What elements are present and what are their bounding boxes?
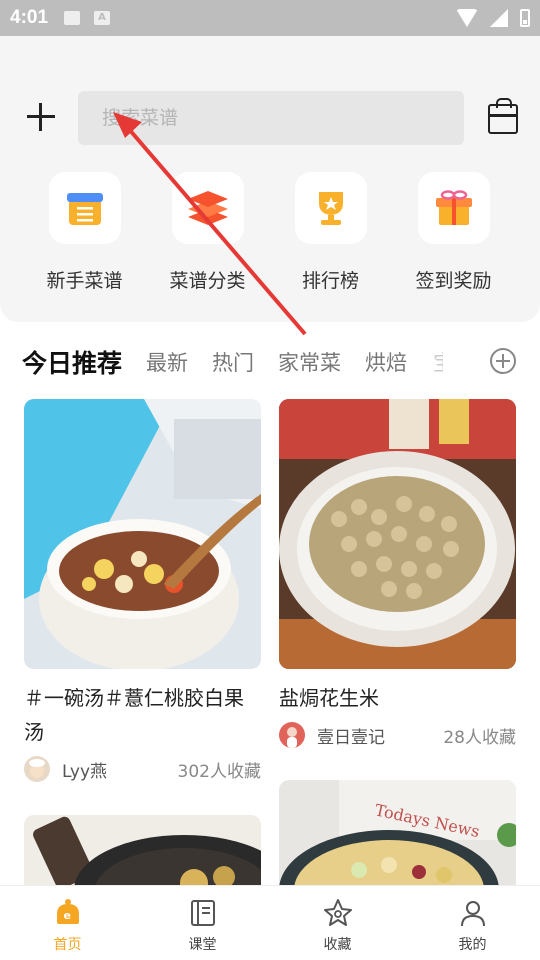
tab-partial[interactable]: 宝 <box>433 347 443 377</box>
shopping-bag-icon[interactable] <box>488 98 518 134</box>
nav-label: 收藏 <box>323 937 352 953</box>
battery-icon <box>520 9 530 27</box>
wifi-icon <box>456 9 478 27</box>
nav-label: 课堂 <box>188 937 217 953</box>
category-ranking[interactable]: 排行榜 <box>269 172 392 293</box>
recipe-image[interactable] <box>24 399 261 669</box>
category-classification[interactable]: 菜谱分类 <box>146 172 269 293</box>
nav-profile[interactable]: 我的 <box>405 886 540 960</box>
favorite-count: 28人收藏 <box>443 727 516 748</box>
home-icon: e <box>53 898 83 928</box>
bottom-navigation: e 首页 课堂 收藏 我的 <box>0 885 540 960</box>
recipe-meta: 壹日壹记 28人收藏 <box>279 721 516 749</box>
svg-text:e: e <box>63 909 70 922</box>
avatar[interactable] <box>24 756 50 782</box>
recipe-title: ＃一碗汤＃薏仁桃胶白果汤 <box>24 686 244 744</box>
recipe-image[interactable]: Todays News <box>279 780 516 885</box>
book-icon <box>188 898 218 928</box>
favorite-count: 302人收藏 <box>177 761 261 782</box>
recipe-tabs: 今日推荐 最新 热门 家常菜 烘焙 宝 <box>0 340 540 384</box>
add-tab-icon[interactable] <box>490 348 516 374</box>
person-icon <box>458 898 488 928</box>
tab-home-cooking[interactable]: 家常菜 <box>278 347 341 377</box>
status-bar: 4:01 A <box>0 0 540 36</box>
image-notification-icon <box>64 11 81 25</box>
tab-latest[interactable]: 最新 <box>146 347 188 377</box>
star-icon <box>323 898 353 928</box>
tab-hot[interactable]: 热门 <box>212 347 254 377</box>
category-label: 排行榜 <box>301 270 359 292</box>
a-notification-icon: A <box>94 11 111 25</box>
category-signin-reward[interactable]: 签到奖励 <box>392 172 515 293</box>
signal-icon <box>490 9 508 27</box>
header-panel: 新手菜谱 菜谱分类 排行榜 <box>0 36 540 322</box>
avatar[interactable] <box>279 722 305 748</box>
recipe-title: 盐焗花生米 <box>279 686 379 710</box>
nav-home[interactable]: e 首页 <box>0 886 135 960</box>
nav-label: 首页 <box>53 937 82 953</box>
category-label: 新手菜谱 <box>46 270 123 292</box>
nav-favorites[interactable]: 收藏 <box>270 886 405 960</box>
category-beginner[interactable]: 新手菜谱 <box>23 172 146 293</box>
status-time: 4:01 <box>10 7 49 28</box>
nav-classroom[interactable]: 课堂 <box>135 886 270 960</box>
notebook-icon <box>48 172 121 244</box>
category-row: 新手菜谱 菜谱分类 排行榜 签到奖励 <box>0 172 540 293</box>
recipe-card[interactable]: 盐焗花生米 壹日壹记 28人收藏 <box>279 399 516 749</box>
add-icon[interactable] <box>25 101 57 133</box>
search-bar[interactable] <box>78 91 464 145</box>
recipe-card[interactable]: Todays News <box>279 780 516 885</box>
author-name[interactable]: Lyy燕 <box>62 757 107 782</box>
tab-today-recommend[interactable]: 今日推荐 <box>22 344 122 380</box>
category-label: 菜谱分类 <box>169 270 246 292</box>
gift-icon <box>417 172 490 244</box>
trophy-icon <box>294 172 367 244</box>
search-input[interactable] <box>102 107 464 129</box>
recipe-card[interactable]: ＃一碗汤＃薏仁桃胶白果汤 Lyy燕 302人收藏 <box>24 399 261 783</box>
recipe-image[interactable] <box>279 399 516 669</box>
recipe-meta: Lyy燕 302人收藏 <box>24 755 261 783</box>
recipe-image[interactable] <box>24 815 261 885</box>
layers-icon <box>171 172 244 244</box>
nav-label: 我的 <box>458 937 487 953</box>
recipe-card[interactable] <box>24 815 261 885</box>
tab-baking[interactable]: 烘焙 <box>365 347 407 377</box>
category-label: 签到奖励 <box>415 270 492 292</box>
author-name[interactable]: 壹日壹记 <box>317 723 385 748</box>
